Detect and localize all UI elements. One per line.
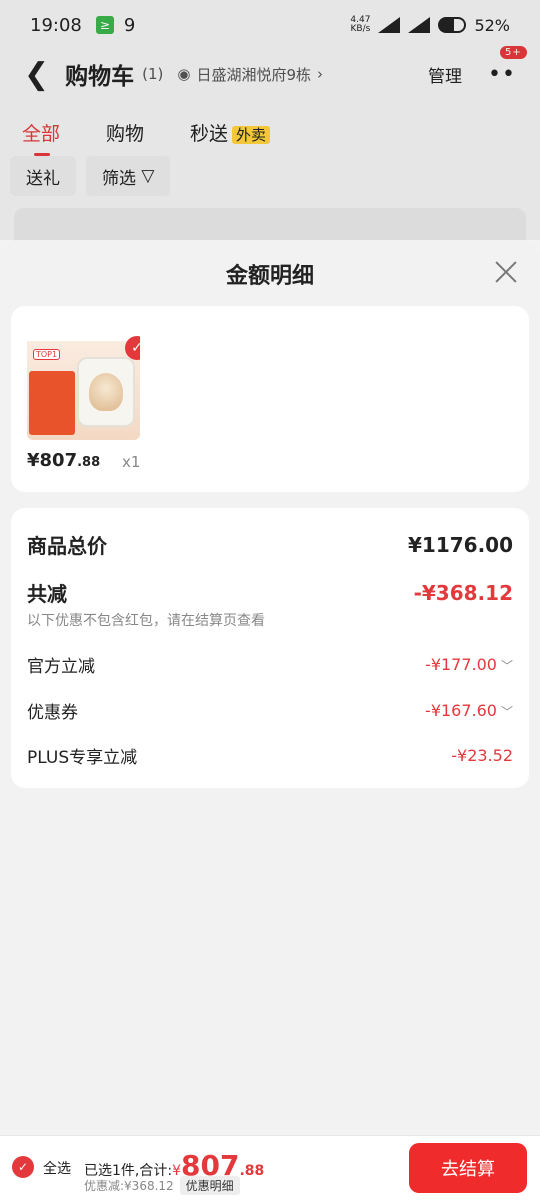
official-value: -¥177.00 (425, 654, 497, 674)
select-all-check-icon[interactable]: ✓ (12, 1156, 34, 1178)
coupon-row[interactable]: 优惠券 -¥167.60 ﹀ (27, 698, 513, 724)
checkout-button[interactable]: 去结算 (409, 1143, 527, 1193)
saved-info: 优惠减:¥368.12 优惠明细 (84, 1176, 240, 1195)
discount-note: 以下优惠不包含红包，请在结算页查看 (27, 613, 265, 629)
chevron-down-icon: ﹀ (500, 658, 513, 673)
total-label: 商品总价 (27, 534, 107, 558)
thumb-brand-strip (27, 327, 140, 341)
item-price: ¥807.88 (27, 450, 101, 471)
product-thumbnail[interactable]: TOP1 ✓ (27, 327, 140, 440)
official-discount-row[interactable]: 官方立减 -¥177.00 ﹀ (27, 652, 513, 678)
amount-detail-sheet: 金额明细 TOP1 ✓ ¥807.88 x1 商品总价 ¥1176.00 共减 … (0, 240, 540, 1135)
checkout-bar: ✓ 全选 已选1件,合计: ¥ 807 .88 优惠减:¥368.12 优惠明细… (0, 1135, 540, 1200)
plus-value: -¥23.52 (451, 746, 513, 765)
total-decimal: .88 (239, 1163, 265, 1179)
plus-label: PLUS专享立减 (27, 748, 138, 768)
discount-detail-button[interactable]: 优惠明细 (179, 1176, 240, 1195)
thumb-promo-block (29, 371, 75, 435)
select-all-label[interactable]: 全选 (43, 1158, 71, 1178)
item-quantity: x1 (122, 453, 141, 471)
plus-discount-row: PLUS专享立减 -¥23.52 (27, 743, 513, 768)
reduce-label: 共减 (27, 582, 67, 606)
thumb-cat (89, 373, 123, 411)
dim-overlay[interactable] (0, 0, 540, 240)
reduce-value: -¥368.12 (413, 580, 513, 605)
coupon-label: 优惠券 (27, 703, 78, 723)
reduce-row: 共减 -¥368.12 (27, 578, 513, 607)
close-icon[interactable] (492, 258, 520, 286)
sheet-title: 金额明细 (225, 264, 314, 289)
chevron-down-icon: ﹀ (500, 704, 513, 719)
price-detail-card: 商品总价 ¥1176.00 共减 -¥368.12 以下优惠不包含红包，请在结算… (11, 508, 529, 788)
total-row: 商品总价 ¥1176.00 (27, 530, 513, 559)
total-value: ¥1176.00 (407, 532, 513, 557)
item-card: TOP1 ✓ ¥807.88 x1 (11, 306, 529, 492)
coupon-value: -¥167.60 (425, 700, 497, 720)
saved-text: 优惠减:¥368.12 (84, 1179, 174, 1193)
official-label: 官方立减 (27, 657, 95, 677)
thumb-top1-tag: TOP1 (33, 349, 61, 360)
